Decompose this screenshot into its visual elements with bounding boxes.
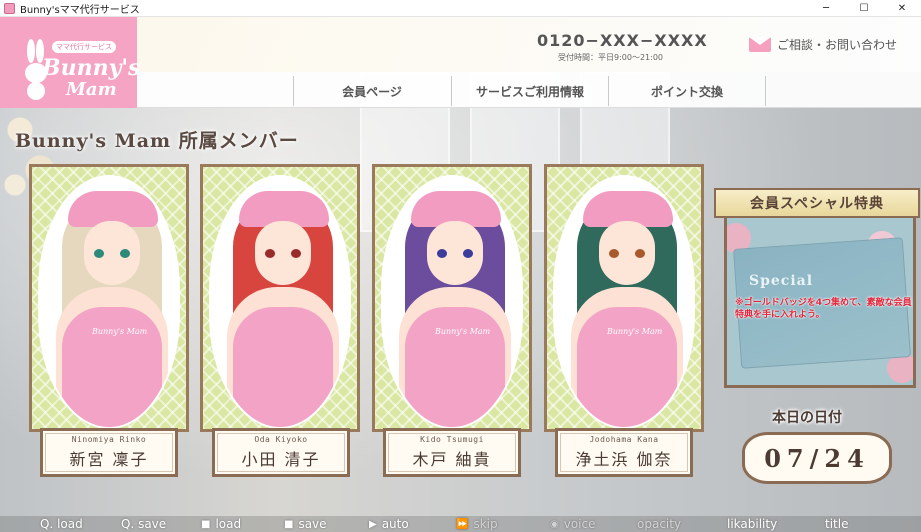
menu-skip-label: skip xyxy=(473,517,498,531)
member-portrait: Bunny's Mam xyxy=(381,175,523,429)
nameplate-oda: Oda Kiyoko 小田 清子 xyxy=(212,428,350,477)
member-name: 浄土浜 伽奈 xyxy=(575,450,673,469)
phone-number: 0120−XXX−XXXX xyxy=(537,31,708,50)
menu-opacity[interactable]: opacity xyxy=(637,516,681,532)
business-hours: 受付時間：平日9:00〜21:00 xyxy=(558,53,664,62)
nav-member-page[interactable]: 会員ページ xyxy=(293,76,450,106)
contact-link[interactable]: ご相談・お問い合わせ xyxy=(749,36,897,53)
play-icon: ▶ xyxy=(369,518,377,530)
square-icon: ■ xyxy=(201,518,211,530)
contact-label: ご相談・お問い合わせ xyxy=(777,38,898,52)
window-title: Bunny'sママ代行サービス xyxy=(20,4,140,16)
member-portrait: Bunny's Mam xyxy=(38,175,180,429)
menu-quick-save[interactable]: Q. save xyxy=(121,516,166,532)
menu-quick-load[interactable]: Q. load xyxy=(40,516,83,532)
logo-subtext: Mam xyxy=(66,79,117,100)
nav-point-exchange[interactable]: ポイント交換 xyxy=(608,76,765,106)
section-title: Bunny's Mam 所属メンバー xyxy=(15,130,299,152)
apron-label: Bunny's Mam xyxy=(607,327,663,336)
member-card-oda[interactable] xyxy=(200,164,360,432)
menu-voice[interactable]: ◉ voice xyxy=(550,516,596,532)
member-romaji: Ninomiya Rinko xyxy=(71,435,147,444)
nameplate-kido: Kido Tsumugi 木戸 紬貴 xyxy=(383,428,521,477)
square-icon: ■ xyxy=(284,518,294,530)
menu-load-label: load xyxy=(215,517,242,531)
app-icon xyxy=(4,2,15,14)
date-label: 本日の日付 xyxy=(772,410,842,426)
window-titlebar: Bunny'sママ代行サービス ─ ☐ ✕ xyxy=(0,0,921,17)
member-romaji: Oda Kiyoko xyxy=(254,435,308,444)
logo-text: Bunny's xyxy=(42,55,141,81)
menu-title[interactable]: title xyxy=(825,516,848,532)
member-name: 小田 清子 xyxy=(241,450,321,469)
nav-divider xyxy=(765,76,766,106)
member-name: 木戸 紬貴 xyxy=(412,450,492,469)
member-romaji: Jodohama Kana xyxy=(589,435,659,444)
member-card-ninomiya[interactable]: Bunny's Mam xyxy=(29,164,189,432)
minimize-button[interactable]: ─ xyxy=(807,0,845,17)
speaker-icon: ◉ xyxy=(550,518,559,530)
member-name: 新宮 凜子 xyxy=(69,450,149,469)
apron-label: Bunny's Mam xyxy=(92,327,148,336)
menu-skip[interactable]: ⏩ skip xyxy=(456,516,498,532)
menu-save-label: save xyxy=(298,517,327,531)
nameplate-jodohama: Jodohama Kana 浄土浜 伽奈 xyxy=(555,428,693,477)
special-card-word: Special xyxy=(749,273,814,289)
menu-likability[interactable]: likability xyxy=(727,516,777,532)
menu-save[interactable]: ■ save xyxy=(284,516,327,532)
member-card-jodohama[interactable]: Bunny's Mam xyxy=(544,164,704,432)
member-portrait xyxy=(209,175,351,429)
member-card-kido[interactable]: Bunny's Mam xyxy=(372,164,532,432)
fast-forward-icon: ⏩ xyxy=(456,518,469,530)
nav-service-info[interactable]: サービスご利用情報 xyxy=(451,76,608,106)
member-romaji: Kido Tsumugi xyxy=(420,435,484,444)
special-perks-banner: 会員スペシャル特典 xyxy=(714,188,920,218)
date-display: 07/24 xyxy=(742,432,892,484)
mail-icon xyxy=(749,37,771,52)
special-perks-panel[interactable]: Special ※ゴールドバッジを4つ集めて、素敵な会員特典を手に入れよう。 xyxy=(724,210,916,388)
maximize-button[interactable]: ☐ xyxy=(845,0,883,17)
logo-badge: ママ代行サービス xyxy=(52,41,116,53)
menu-auto[interactable]: ▶ auto xyxy=(369,516,409,532)
site-logo[interactable]: ママ代行サービス Bunny's Mam xyxy=(0,17,141,108)
nameplate-ninomiya: Ninomiya Rinko 新宮 凜子 xyxy=(40,428,178,477)
special-notice: ※ゴールドバッジを4つ集めて、素敵な会員特典を手に入れよう。 xyxy=(735,298,912,320)
close-button[interactable]: ✕ xyxy=(883,0,921,17)
apron-label: Bunny's Mam xyxy=(435,327,491,336)
menu-voice-label: voice xyxy=(563,517,596,531)
member-portrait: Bunny's Mam xyxy=(553,175,695,429)
menu-load[interactable]: ■ load xyxy=(201,516,241,532)
menu-auto-label: auto xyxy=(381,517,409,531)
